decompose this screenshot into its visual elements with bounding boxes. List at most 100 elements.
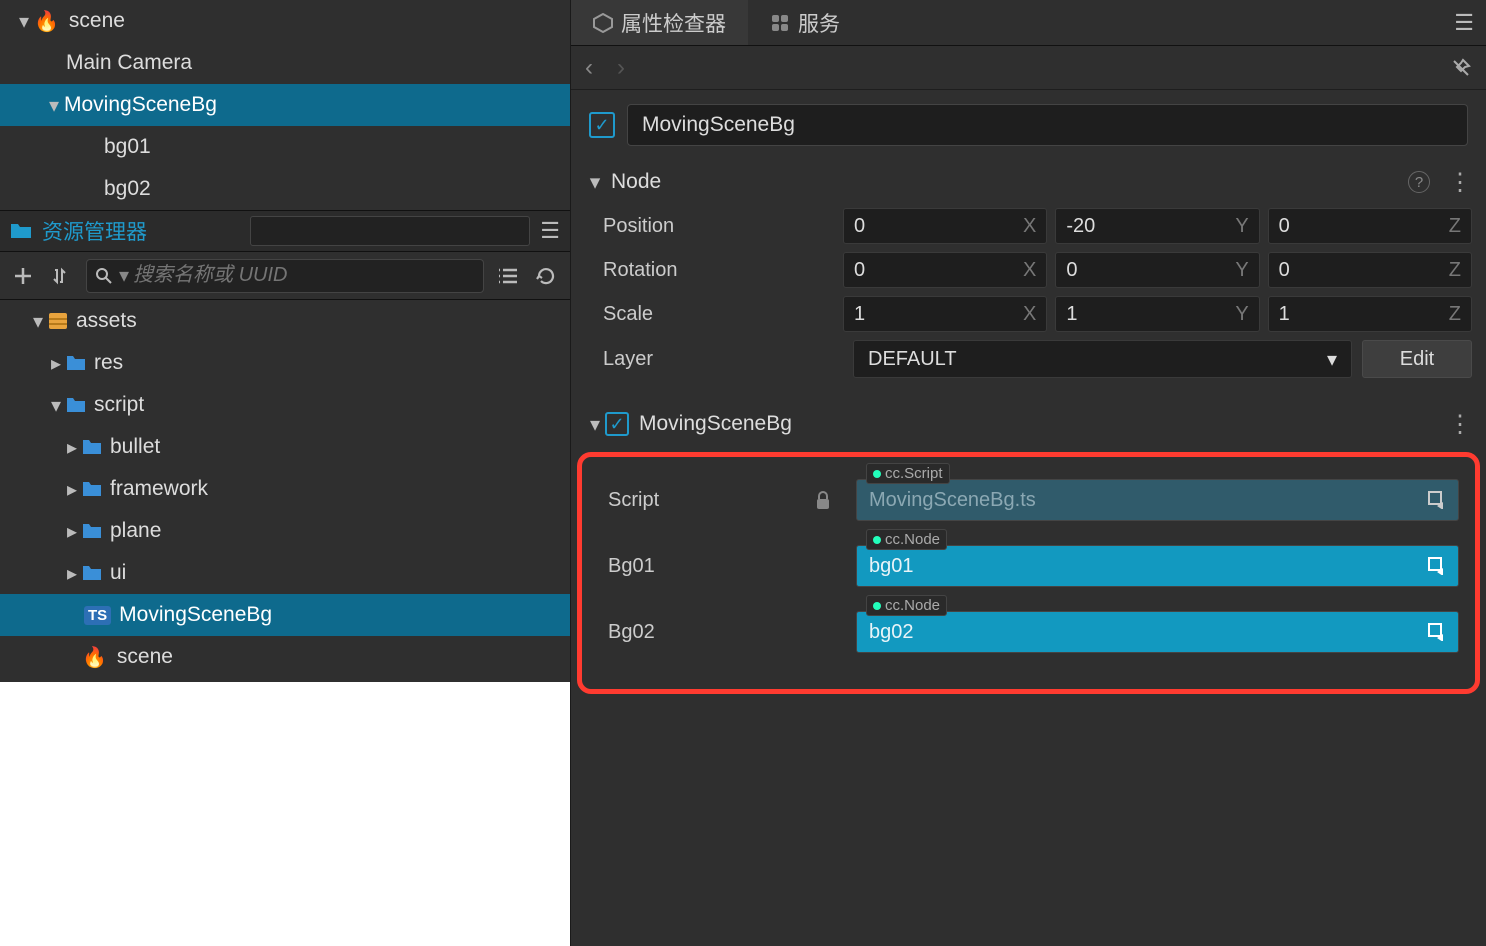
layer-edit-button[interactable]: Edit: [1362, 340, 1472, 378]
sort-icon[interactable]: [48, 266, 76, 286]
chevron-right-icon[interactable]: ▸: [62, 561, 82, 586]
bg02-property-row: Bg02 cc.Node bg02: [592, 599, 1465, 665]
component-header[interactable]: ▾ ✓ MovingSceneBg ⋮: [571, 402, 1486, 446]
hierarchy-item-movingscenebg[interactable]: ▾ MovingSceneBg: [0, 84, 570, 126]
asset-folder-ui[interactable]: ▸ ui: [0, 552, 570, 594]
chevron-right-icon[interactable]: ▸: [62, 519, 82, 544]
assets-search[interactable]: ▾: [86, 259, 484, 293]
chevron-down-icon[interactable]: ▾: [44, 93, 64, 118]
refresh-icon[interactable]: [532, 266, 560, 286]
position-x-input[interactable]: 0X: [843, 208, 1047, 244]
fire-icon: 🔥: [82, 645, 107, 670]
node-section-header[interactable]: ▾ Node ? ⋮: [571, 160, 1486, 204]
folder-icon: [82, 481, 102, 497]
rotation-y-input[interactable]: 0Y: [1055, 252, 1259, 288]
chevron-down-icon[interactable]: ▾: [585, 412, 605, 437]
menu-icon[interactable]: ☰: [1454, 10, 1474, 36]
asset-folder-framework[interactable]: ▸ framework: [0, 468, 570, 510]
inspector-icon: [593, 13, 613, 33]
position-label: Position: [603, 215, 843, 238]
hierarchy-item-bg01[interactable]: bg01: [0, 126, 570, 168]
scale-label: Scale: [603, 303, 843, 326]
folder-icon: [82, 565, 102, 581]
breadcrumb-nav: ‹ ›: [571, 46, 1486, 90]
asset-script-movingscenebg[interactable]: TS MovingSceneBg: [0, 594, 570, 636]
assets-tree: ▾ assets ▸ res ▾ script ▸ bullet ▸ frame…: [0, 300, 570, 678]
script-reference-input[interactable]: MovingSceneBg.ts: [856, 479, 1459, 521]
help-icon[interactable]: ?: [1408, 171, 1430, 193]
position-z-input[interactable]: 0Z: [1268, 208, 1472, 244]
position-row: Position 0X -20Y 0Z: [571, 204, 1486, 248]
scale-x-input[interactable]: 1X: [843, 296, 1047, 332]
layer-label: Layer: [603, 348, 843, 371]
chevron-right-icon[interactable]: ▸: [46, 351, 66, 376]
database-icon: [48, 312, 68, 330]
assets-path-box[interactable]: [250, 216, 530, 246]
folder-icon: [82, 523, 102, 539]
more-icon[interactable]: ⋮: [1448, 410, 1472, 439]
assets-header: 资源管理器 ☰: [0, 210, 570, 252]
goto-icon[interactable]: [1428, 491, 1446, 509]
position-y-input[interactable]: -20Y: [1055, 208, 1259, 244]
rotation-label: Rotation: [603, 259, 843, 282]
chevron-down-icon[interactable]: ▾: [585, 170, 605, 195]
asset-scene[interactable]: 🔥 scene: [0, 636, 570, 678]
folder-icon: [10, 222, 32, 240]
left-panel: ▾ 🔥 scene Main Camera ▾ MovingSceneBg bg…: [0, 0, 570, 946]
search-icon: [95, 267, 113, 285]
scale-row: Scale 1X 1Y 1Z: [571, 292, 1486, 336]
script-property-row: Script cc.Script MovingSceneBg.ts: [592, 467, 1465, 533]
rotation-row: Rotation 0X 0Y 0Z: [571, 248, 1486, 292]
folder-icon: [66, 397, 86, 413]
scale-z-input[interactable]: 1Z: [1268, 296, 1472, 332]
goto-icon[interactable]: [1428, 557, 1446, 575]
rotation-x-input[interactable]: 0X: [843, 252, 1047, 288]
type-tag: cc.Node: [866, 595, 947, 616]
typescript-icon: TS: [84, 606, 111, 625]
folder-icon: [66, 355, 86, 371]
preview-area: [0, 682, 570, 946]
list-icon[interactable]: [494, 266, 522, 286]
assets-toolbar: ▾: [0, 252, 570, 300]
rotation-z-input[interactable]: 0Z: [1268, 252, 1472, 288]
asset-folder-plane[interactable]: ▸ plane: [0, 510, 570, 552]
scale-y-input[interactable]: 1Y: [1055, 296, 1259, 332]
bg01-property-row: Bg01 cc.Node bg01: [592, 533, 1465, 599]
hierarchy-item-main-camera[interactable]: Main Camera: [0, 42, 570, 84]
nav-back-icon[interactable]: ‹: [585, 54, 593, 82]
services-icon: [770, 13, 790, 33]
node-name-row: ✓ MovingSceneBg: [571, 90, 1486, 160]
node-name-input[interactable]: MovingSceneBg: [627, 104, 1468, 146]
chevron-down-icon[interactable]: ▾: [28, 309, 48, 334]
node-active-checkbox[interactable]: ✓: [589, 112, 615, 138]
chevron-down-icon: ▾: [1327, 347, 1337, 372]
nav-forward-icon[interactable]: ›: [617, 54, 625, 82]
bg01-reference-input[interactable]: bg01: [856, 545, 1459, 587]
menu-icon[interactable]: ☰: [540, 218, 560, 244]
more-icon[interactable]: ⋮: [1448, 168, 1472, 197]
inspector-tabs: 属性检查器 服务 ☰: [571, 0, 1486, 46]
hierarchy-panel: ▾ 🔥 scene Main Camera ▾ MovingSceneBg bg…: [0, 0, 570, 210]
chevron-right-icon[interactable]: ▸: [62, 435, 82, 460]
asset-folder-res[interactable]: ▸ res: [0, 342, 570, 384]
chevron-down-icon[interactable]: ▾: [46, 393, 66, 418]
component-enabled-checkbox[interactable]: ✓: [605, 412, 629, 436]
type-tag: cc.Node: [866, 529, 947, 550]
add-icon[interactable]: [10, 266, 38, 286]
inspector-panel: 属性检查器 服务 ☰ ‹ › ✓ MovingSceneBg ▾ Node ? …: [570, 0, 1486, 946]
chevron-down-icon[interactable]: ▾: [14, 9, 34, 34]
tab-services[interactable]: 服务: [748, 0, 862, 45]
tab-inspector[interactable]: 属性检查器: [571, 0, 748, 45]
layer-select[interactable]: DEFAULT ▾: [853, 340, 1352, 378]
goto-icon[interactable]: [1428, 623, 1446, 641]
layer-row: Layer DEFAULT ▾ Edit: [571, 336, 1486, 382]
hierarchy-root[interactable]: ▾ 🔥 scene: [0, 0, 570, 42]
asset-folder-script[interactable]: ▾ script: [0, 384, 570, 426]
search-input[interactable]: [133, 264, 475, 287]
chevron-right-icon[interactable]: ▸: [62, 477, 82, 502]
hierarchy-item-bg02[interactable]: bg02: [0, 168, 570, 210]
pin-icon[interactable]: [1450, 57, 1472, 79]
asset-folder-bullet[interactable]: ▸ bullet: [0, 426, 570, 468]
bg02-reference-input[interactable]: bg02: [856, 611, 1459, 653]
assets-root[interactable]: ▾ assets: [0, 300, 570, 342]
